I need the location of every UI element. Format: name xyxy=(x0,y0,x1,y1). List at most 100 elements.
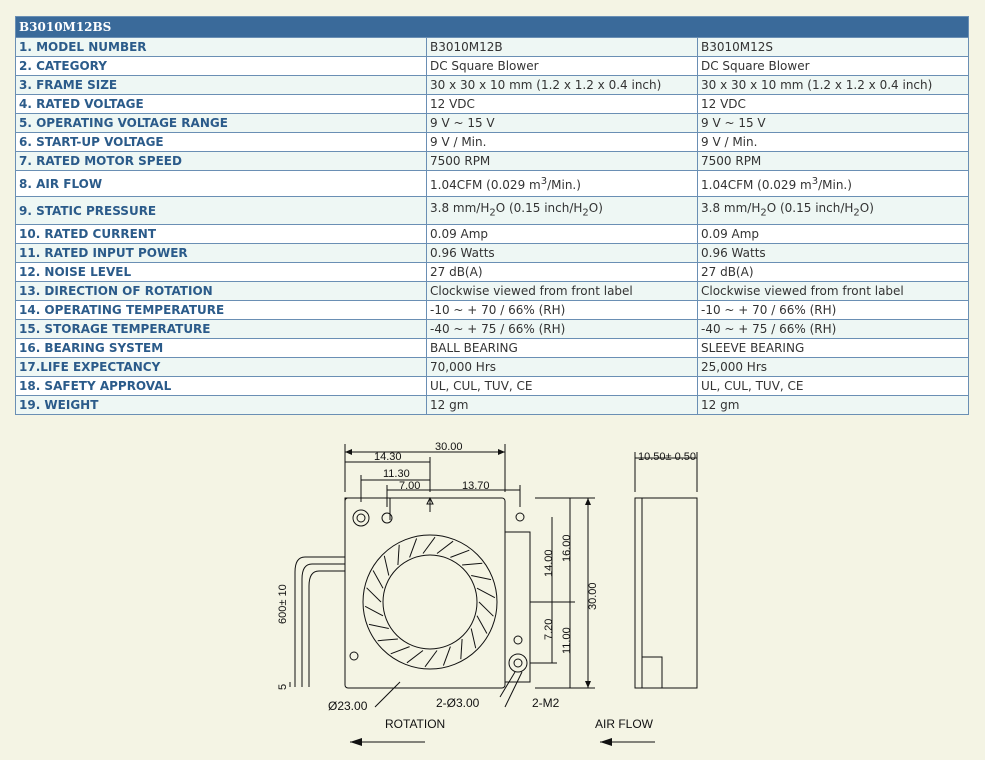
value-model-b: 70,000 Hrs xyxy=(426,357,698,378)
impeller-blade xyxy=(383,555,390,576)
impeller-blade xyxy=(390,646,410,655)
rotation-arrow-icon xyxy=(350,738,362,746)
table-row: 3. FRAME SIZE 30 x 30 x 10 mm (1.2 x 1.2 … xyxy=(15,75,970,95)
impeller-blade xyxy=(450,549,470,558)
spec-body: 1. MODEL NUMBER B3010M12B B3010M12S 2. CATE… xyxy=(15,37,970,416)
impeller-hub xyxy=(382,554,478,650)
value-model-s: B3010M12S xyxy=(696,37,970,57)
row-label: 4. RATED VOLTAGE xyxy=(15,94,427,114)
value-model-s: 0.09 Amp xyxy=(696,224,970,245)
impeller-blade xyxy=(470,628,477,649)
dim-13-70: 13.70 xyxy=(462,480,490,492)
value-model-b: UL, CUL, TUV, CE xyxy=(426,376,698,397)
value-model-b: 0.09 Amp xyxy=(426,224,698,245)
value-model-b: Clockwise viewed from front label xyxy=(426,281,698,302)
dim-11-00: 11.00 xyxy=(561,627,573,654)
mount-hole-top-right xyxy=(515,512,525,522)
value-model-b: 7500 RPM xyxy=(426,151,698,171)
row-label: 10. RATED CURRENT xyxy=(15,224,427,245)
table-row: 10. RATED CURRENT 0.09 Amp 0.09 Amp xyxy=(15,224,970,245)
value-model-s: DC Square Blower xyxy=(696,56,970,76)
dim-wire-strip: 5 xyxy=(277,684,289,690)
fan-drawing: 30.00 14.30 11.30 7.00 13.70 14.00 16.00… xyxy=(277,441,698,746)
row-label: 6. START-UP VOLTAGE xyxy=(15,132,427,152)
value-model-b: -10 ~ + 70 / 66% (RH) xyxy=(426,300,698,321)
dim-screw-thread: 2-M2 xyxy=(532,696,560,710)
value-model-b: 12 gm xyxy=(426,395,698,416)
row-label: 14. OPERATING TEMPERATURE xyxy=(15,300,427,321)
dim-11-30: 11.30 xyxy=(383,468,410,480)
value-model-s: 12 VDC xyxy=(696,94,970,114)
value-part: O) xyxy=(588,201,603,215)
dim-7-00: 7.00 xyxy=(399,480,420,492)
impeller-blade xyxy=(372,570,384,589)
table-row: 7. RATED MOTOR SPEED 7500 RPM 7500 RPM xyxy=(15,151,970,171)
dim-impeller-diameter: Ø23.00 xyxy=(328,699,368,713)
value-model-s: SLEEVE BEARING xyxy=(696,338,970,359)
row-label: 3. FRAME SIZE xyxy=(15,75,427,95)
impeller-blade xyxy=(406,650,424,664)
row-label: 15. STORAGE TEMPERATURE xyxy=(15,319,427,340)
impeller-blade xyxy=(476,587,496,599)
impeller-blade xyxy=(460,638,463,660)
value-part: O) xyxy=(859,201,874,215)
value-part: 3.8 mm/H xyxy=(430,201,490,215)
impeller-blade xyxy=(409,538,418,558)
value-model-s: 12 gm xyxy=(696,395,970,416)
row-label: 12. NOISE LEVEL xyxy=(15,262,427,283)
impeller-blade xyxy=(366,587,382,603)
impeller-blade xyxy=(462,562,483,566)
table-title: B3010M12BS xyxy=(14,16,970,38)
value-model-b: BALL BEARING xyxy=(426,338,698,359)
value-model-s: 30 x 30 x 10 mm (1.2 x 1.2 x 0.4 inch) xyxy=(696,75,970,95)
row-label: 19. WEIGHT xyxy=(15,395,427,416)
table-row: 18. SAFETY APPROVAL UL, CUL, TUV, CE UL, C… xyxy=(15,376,970,397)
dim-width-total: 30.00 xyxy=(435,441,463,453)
value-part: O (0.15 inch/H xyxy=(766,201,854,215)
table-row: 13. DIRECTION OF ROTATION Clockwise viewe… xyxy=(15,281,970,302)
value-model-s: 3.8 mm/H2O (0.15 inch/H2O) xyxy=(696,195,970,226)
value-model-s: 9 V / Min. xyxy=(696,132,970,152)
row-label: 9. STATIC PRESSURE xyxy=(15,195,427,226)
value-model-s: UL, CUL, TUV, CE xyxy=(696,376,970,397)
table-row: 14. OPERATING TEMPERATURE -10 ~ + 70 / 66… xyxy=(15,300,970,321)
table-row: 16. BEARING SYSTEM BALL BEARING SLEEVE BEA… xyxy=(15,338,970,359)
value-model-s: Clockwise viewed from front label xyxy=(696,281,970,302)
table-row: 1. MODEL NUMBER B3010M12B B3010M12S xyxy=(15,37,970,57)
row-label: 7. RATED MOTOR SPEED xyxy=(15,151,427,171)
value-model-b: DC Square Blower xyxy=(426,56,698,76)
table-row: 19. WEIGHT 12 gm 12 gm xyxy=(15,395,970,416)
value-model-b: 27 dB(A) xyxy=(426,262,698,283)
value-model-b: B3010M12B xyxy=(426,37,698,57)
value-model-b: 1.04CFM (0.029 m3/Min.) xyxy=(426,170,698,197)
dim-7-20: 7.20 xyxy=(543,619,555,640)
value-part: /Min.) xyxy=(818,178,852,192)
mount-hole-bottom-right xyxy=(508,653,528,673)
value-model-s: 0.96 Watts xyxy=(696,243,970,264)
impeller-blade xyxy=(442,646,451,666)
dim-14-30: 14.30 xyxy=(374,451,402,463)
impeller-blade xyxy=(471,575,492,581)
row-label: 11. RATED INPUT POWER xyxy=(15,243,427,264)
table-row: 5. OPERATING VOLTAGE RANGE 9 V ~ 15 V9 V … xyxy=(15,113,970,133)
table-row: 15. STORAGE TEMPERATURE -40 ~ + 75 / 66% … xyxy=(15,319,970,340)
airflow-label: AIR FLOW xyxy=(595,717,654,731)
spec-table: B3010M12BS 1. MODEL NUMBER B3010M12B B3010… xyxy=(14,16,970,416)
table-row: 17.LIFE EXPECTANCY 70,000 Hrs 25,000 Hrs xyxy=(15,357,970,378)
impeller-blade xyxy=(424,650,438,668)
table-row: 4. RATED VOLTAGE 12 VDC 12 VDC xyxy=(15,94,970,114)
impeller-blade xyxy=(368,623,389,629)
table-row: 6. START-UP VOLTAGE 9 V / Min. 9 V / Min. xyxy=(15,132,970,152)
dim-wire-length: 600± 10 xyxy=(277,584,289,624)
value-part: 1.04CFM (0.029 m xyxy=(430,178,541,192)
value-model-b: 3.8 mm/H2O (0.15 inch/H2O) xyxy=(426,195,698,226)
impeller-blade xyxy=(476,615,488,634)
value-model-b: 30 x 30 x 10 mm (1.2 x 1.2 x 0.4 inch) xyxy=(426,75,698,95)
row-label: 18. SAFETY APPROVAL xyxy=(15,376,427,397)
dim-14-00: 14.00 xyxy=(543,549,555,577)
value-part: /Min.) xyxy=(547,178,581,192)
side-view xyxy=(634,497,698,689)
table-row: 8. AIR FLOW 1.04CFM (0.029 m3/Min.) 1.04CF… xyxy=(15,170,970,197)
row-label: 5. OPERATING VOLTAGE RANGE xyxy=(15,113,427,133)
table-row: 11. RATED INPUT POWER 0.96 Watts 0.96 Watt… xyxy=(15,243,970,264)
